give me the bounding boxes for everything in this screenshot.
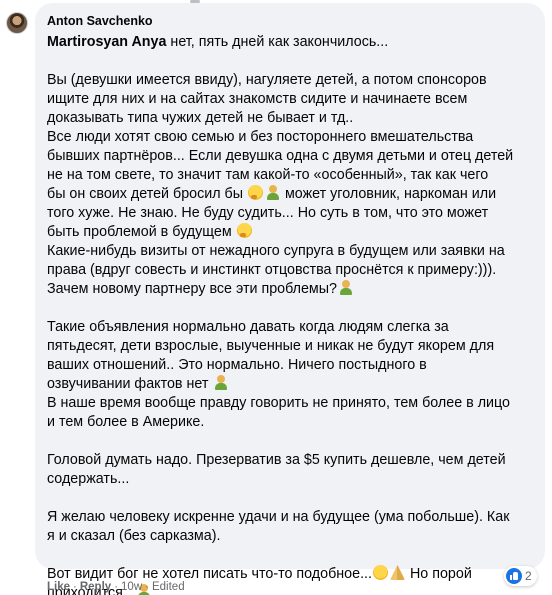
comment-line: бывших партнёров... Если девушка одна с … [47,148,514,164]
like-button[interactable]: Like [47,581,70,593]
comment-line: Головой думать надо. Презерватив за $5 к… [47,452,506,468]
person-gesturing-emoji [338,280,353,295]
comment-first-line: Martirosyan Anya нет, пять дней как зако… [47,33,533,52]
comment-paragraph: Головой думать надо. Презерватив за $5 к… [47,451,533,489]
comment-line: и тем более в Америке. [47,414,205,430]
comment-line: ваших отношений.. Это нормально. Ничего … [47,357,427,373]
comment-paragraph: Вы (девушки имеется ввиду), нагуляете де… [47,71,533,299]
comment-paragraph: Я желаю человеку искренне удачи и на буд… [47,508,533,546]
comment-paragraphs: Вы (девушки имеется ввиду), нагуляете де… [47,71,533,595]
comment-line: быть проблемой в будущем [47,223,533,242]
comment-line: Я желаю человеку искренне удачи и на буд… [47,509,510,525]
person-gesturing-emoji [213,375,228,390]
edited-label: Edited [151,581,185,593]
comment-line: Такие объявления нормально давать когда … [47,319,449,335]
comment-line: Какие-нибудь визиты от нежадного супруга… [47,243,505,259]
avatar[interactable] [6,12,28,34]
separator: · [145,581,149,593]
comment-line: пятьдесят, дети взрослые, выученные и ни… [47,338,495,354]
separator: · [73,581,77,593]
comment-line: В наше время вообще правду говорить не п… [47,395,511,411]
separator: · [114,581,119,593]
comment-text: Martirosyan Anya нет, пять дней как зако… [47,33,533,595]
reaction-count: 2 [525,569,532,583]
reaction-summary[interactable]: 2 [504,566,537,586]
winking-face-emoji [373,565,388,580]
comment-line: бы он своих детей бросил бы может уголов… [47,185,497,202]
comment-bubble: Anton Savchenko Martirosyan Anya нет, пя… [35,3,545,595]
comment-author[interactable]: Anton Savchenko [47,13,153,29]
comment-line: того хуже. Не знаю. Не буду судить... Но… [47,205,489,221]
comment-line: Вы (девушки имеется ввиду), нагуляете де… [47,72,487,88]
mention-link[interactable]: Martirosyan Anya [47,34,166,50]
timestamp[interactable]: 10w [121,581,142,593]
comment-line: права (вдруг совесть и инстинкт отцовств… [47,262,497,278]
comment-line: я и сказал (без сарказма). [47,528,221,544]
reply-button[interactable]: Reply [80,581,111,593]
comment-line: не на том свете, то значит там какой-то … [47,167,489,183]
first-line-text: нет, пять дней как закончилось... [166,34,389,50]
thinking-face-emoji [236,223,252,238]
comment-actions: Like · Reply · 10w · Edited [47,580,185,594]
comment-paragraph: Такие объявления нормально давать когда … [47,318,533,432]
comment-line: содержать... [47,471,130,487]
like-icon [506,568,522,584]
comment-line: ищите для них и на сайтах знакомств сиди… [47,91,468,107]
comment-line: Все люди хотят свою семью и без посторон… [47,129,474,145]
comment-line: доказывать типа чужих детей не бывает и … [47,110,354,126]
comment-line: озвучивании фактов нет [47,375,533,394]
person-gesturing-emoji [265,185,280,200]
thinking-face-emoji [248,185,263,200]
comment-line: Зачем новому партнеру все эти проблемы? [47,280,533,299]
folded-hands-emoji [390,565,405,580]
